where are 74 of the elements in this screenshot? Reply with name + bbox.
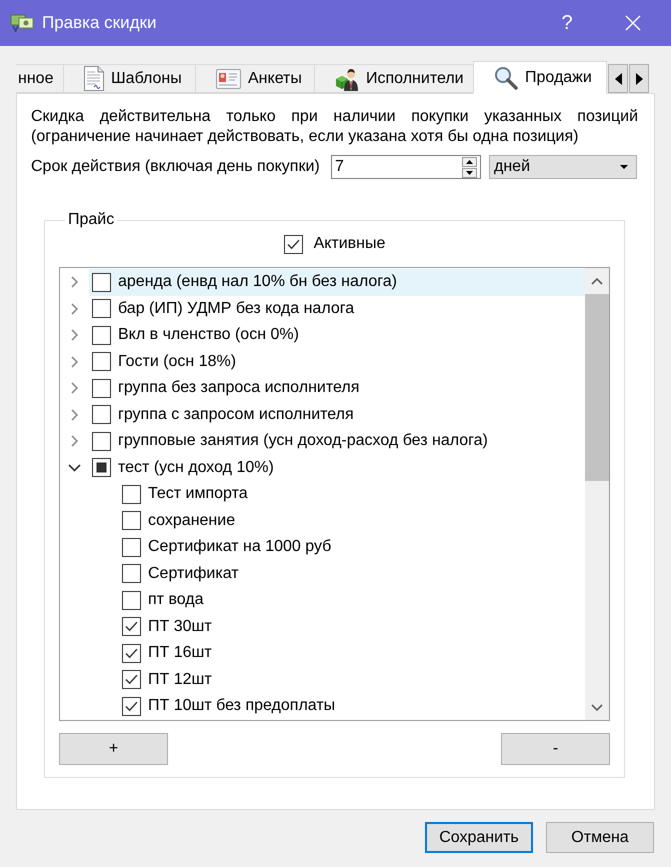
tree-item[interactable]: Гости (осн 18%) bbox=[89, 348, 585, 375]
tab-scroll-right-button[interactable] bbox=[629, 64, 649, 93]
remove-button[interactable]: - bbox=[501, 733, 610, 765]
tree-item[interactable]: ПТ 12шт bbox=[119, 666, 585, 693]
chevron-right-icon[interactable] bbox=[71, 408, 78, 421]
checkbox[interactable] bbox=[122, 511, 141, 530]
description-text: Скидка действительна только при наличии покупки указанных позиций (ограничение начинает действовать, если указана хотя бы одна позиция) bbox=[30, 107, 639, 147]
checkbox-label: Активные bbox=[314, 234, 386, 254]
chevron-right-icon[interactable] bbox=[71, 382, 78, 394]
validity-label: Срок действия (включая день покупки) bbox=[31, 157, 321, 177]
unit-dropdown[interactable]: дней bbox=[489, 155, 637, 179]
close-icon[interactable] bbox=[625, 15, 641, 31]
checkbox[interactable] bbox=[122, 644, 141, 663]
triangle-right-icon[interactable] bbox=[636, 72, 642, 84]
tree-item[interactable]: аренда (енвд нал 10% бн без налога) bbox=[89, 269, 585, 296]
banknote-icon bbox=[10, 13, 34, 33]
checkbox[interactable] bbox=[92, 326, 111, 345]
tree-item[interactable]: тест (усн доход 10%) bbox=[89, 454, 585, 481]
tree-item[interactable]: Тест импорта bbox=[119, 481, 585, 508]
tree-item[interactable]: Вкл в членство (осн 0%) bbox=[89, 322, 585, 348]
scrollbar-track[interactable] bbox=[585, 268, 609, 720]
caret-icon[interactable] bbox=[620, 165, 628, 169]
search-icon bbox=[494, 66, 518, 90]
checkbox[interactable] bbox=[92, 352, 111, 372]
chevron-right-icon[interactable] bbox=[71, 276, 78, 288]
tab[interactable]: нное bbox=[16, 64, 64, 93]
triangle-left-icon[interactable] bbox=[614, 72, 622, 84]
chevron-right-icon[interactable] bbox=[71, 302, 78, 315]
checkbox[interactable] bbox=[122, 484, 141, 504]
tree-item[interactable]: пт вода bbox=[119, 587, 585, 614]
checkbox[interactable] bbox=[122, 590, 141, 610]
checkbox[interactable] bbox=[92, 299, 111, 318]
chevron-right-icon[interactable] bbox=[71, 329, 78, 342]
tree-item[interactable]: групповые занятия (усн доход-расход без налога) bbox=[89, 428, 585, 454]
checkbox[interactable] bbox=[92, 378, 111, 398]
chevron-up-icon[interactable] bbox=[591, 278, 603, 284]
tree-item[interactable]: ПТ 16шт bbox=[119, 640, 585, 666]
chevron-right-icon[interactable] bbox=[71, 435, 78, 448]
checkbox[interactable] bbox=[92, 272, 111, 292]
chevron-right-icon[interactable] bbox=[71, 356, 78, 368]
window-title: Правка скидки bbox=[42, 12, 156, 34]
tree-item[interactable]: Сертификат на 1000 руб bbox=[119, 534, 585, 560]
chevron-down-icon[interactable] bbox=[68, 464, 81, 472]
checkbox[interactable] bbox=[122, 617, 141, 636]
checkbox[interactable] bbox=[122, 670, 141, 690]
group-title: Прайс bbox=[67, 210, 116, 230]
tab-scroll-left-button[interactable] bbox=[608, 64, 628, 93]
chevron-down-icon[interactable] bbox=[591, 704, 603, 710]
tree-item[interactable]: бар (ИП) УДМР без кода налога bbox=[89, 296, 585, 322]
checkbox[interactable] bbox=[284, 234, 303, 254]
tree-item[interactable]: сохранение bbox=[119, 508, 585, 534]
scrollbar-thumb[interactable] bbox=[585, 294, 609, 481]
checkbox[interactable] bbox=[122, 538, 141, 557]
help-button[interactable]: ? bbox=[544, 0, 590, 46]
tab[interactable]: Анкеты bbox=[195, 64, 315, 93]
id-card-icon bbox=[216, 68, 241, 88]
save-button[interactable]: Сохранить bbox=[425, 822, 533, 853]
tree-item[interactable]: группа без запроса исполнителя bbox=[89, 375, 585, 402]
checkbox[interactable] bbox=[122, 564, 141, 584]
add-button[interactable]: + bbox=[59, 733, 168, 765]
person-icon bbox=[335, 66, 359, 90]
tab[interactable]: Продажи bbox=[473, 61, 607, 94]
document-icon bbox=[84, 66, 104, 91]
cancel-button[interactable]: Отмена bbox=[546, 822, 654, 853]
checkbox[interactable] bbox=[92, 432, 111, 451]
tree-item[interactable]: ПТ 30шт bbox=[119, 614, 585, 640]
tree-item[interactable]: Сертификат bbox=[119, 560, 585, 587]
tree-item[interactable]: ПТ 10шт без предоплаты bbox=[119, 693, 585, 720]
tab[interactable]: Исполнители bbox=[314, 64, 474, 93]
checkbox[interactable] bbox=[92, 405, 111, 424]
checkbox[interactable] bbox=[122, 696, 141, 716]
checkbox[interactable] bbox=[92, 458, 111, 478]
tab[interactable]: Шаблоны bbox=[63, 64, 196, 93]
tree-item[interactable]: группа с запросом исполнителя bbox=[89, 402, 585, 428]
